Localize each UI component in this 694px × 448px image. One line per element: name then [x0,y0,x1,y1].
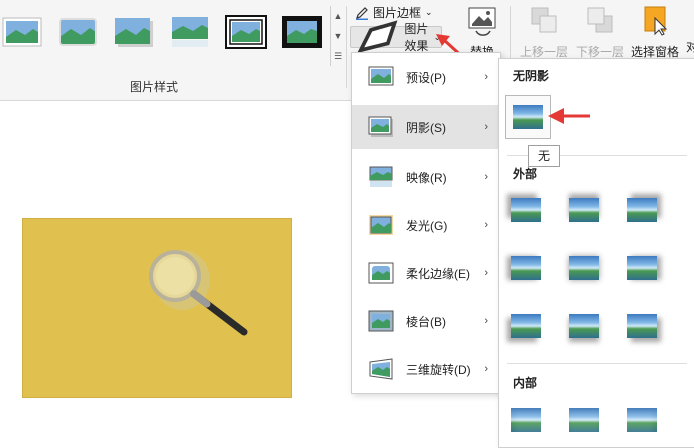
chevron-right-icon: › [484,71,488,83]
chevron-right-icon: › [484,171,488,183]
outer-shadow-option[interactable] [511,314,541,338]
no-shadow-heading: 无阴影 [513,69,550,83]
outer-shadow-option[interactable] [627,198,657,222]
picture-effects-menu: 预设(P) › 阴影(S) › 映像(R) › 发光(G) › 柔化边缘(E) … [351,52,501,394]
replace-image-icon [468,7,496,36]
bring-forward-button[interactable]: 上移一层 [518,4,570,60]
menu-item-label: 预设(P) [406,70,446,85]
picture-style-simple-frame[interactable] [0,12,44,52]
picture-style-thick-black-frame[interactable] [280,12,324,52]
soft-edges-icon [368,262,394,284]
picture-style-reflected[interactable] [168,12,212,52]
reflection-icon [369,166,393,187]
picture-effects-button[interactable]: 图片效果 ⌄ [350,20,442,54]
shadow-icon [368,116,393,137]
outer-heading: 外部 [513,167,538,181]
group-label: 图片样式 [130,80,179,94]
chevron-down-icon: ⌄ [425,7,433,17]
annotation-arrow [548,108,590,124]
inner-shadow-option[interactable] [627,408,657,432]
menu-item-glow[interactable]: 发光(G) › [352,203,498,247]
menu-item-soft-edges[interactable]: 柔化边缘(E) › [352,251,498,295]
preset-icon [368,66,394,86]
menu-item-label: 三维旋转(D) [406,362,471,377]
bring-forward-icon [531,7,557,33]
chevron-right-icon: › [484,219,488,231]
picture-style-double-frame[interactable] [224,12,268,52]
glow-icon [369,215,393,235]
menu-item-3d-rotation[interactable]: 三维旋转(D) › [352,347,498,391]
selected-picture[interactable] [22,218,292,398]
gallery-up-icon[interactable]: ▲ [331,6,345,26]
outer-shadow-option[interactable] [627,256,657,280]
outer-shadow-option[interactable] [569,314,599,338]
3d-rotation-icon [369,358,393,380]
menu-item-bevel[interactable]: 棱台(B) › [352,299,498,343]
outer-shadow-option[interactable] [627,314,657,338]
menu-item-preset[interactable]: 预设(P) › [352,55,498,99]
chevron-right-icon: › [484,363,488,375]
picture-style-soft-edge[interactable] [56,12,100,52]
menu-item-label: 映像(R) [406,170,447,185]
inner-heading: 内部 [513,376,538,390]
menu-item-reflection[interactable]: 映像(R) › [352,155,498,199]
gallery-down-icon[interactable]: ▼ [331,26,345,46]
shadow-thumb [513,105,543,129]
menu-item-label: 阴影(S) [406,120,446,135]
divider [346,6,347,88]
chevron-right-icon: › [484,315,488,327]
outer-shadow-option[interactable] [511,198,541,222]
picture-effects-label: 图片效果 [404,22,429,53]
outer-shadow-option[interactable] [569,198,599,222]
chevron-right-icon: › [484,267,488,279]
inner-shadow-option[interactable] [569,408,599,432]
menu-item-label: 柔化边缘(E) [406,266,470,281]
menu-item-label: 发光(G) [406,218,448,233]
bevel-icon [368,310,394,332]
outer-shadow-option[interactable] [569,256,599,280]
gallery-more-icon[interactable]: ☰ [331,46,345,66]
menu-item-label: 棱台(B) [406,314,446,329]
picture-style-shadow[interactable] [112,12,156,52]
tooltip: 无 [528,145,560,167]
gallery-scroll[interactable]: ▲ ▼ ☰ [330,6,345,66]
chevron-right-icon: › [484,121,488,133]
truncated-label: 对 [686,40,694,54]
inner-shadow-option[interactable] [511,408,541,432]
selection-pane-button[interactable]: 选择窗格 [630,4,680,60]
send-backward-button[interactable]: 下移一层 [574,4,626,60]
send-backward-icon [587,7,613,33]
no-shadow-option[interactable] [505,95,551,139]
outer-shadow-option[interactable] [511,256,541,280]
divider [507,363,687,364]
selection-pane-icon [644,6,668,36]
menu-item-shadow[interactable]: 阴影(S) › [352,105,498,149]
magnifying-glass-icon [149,250,248,336]
